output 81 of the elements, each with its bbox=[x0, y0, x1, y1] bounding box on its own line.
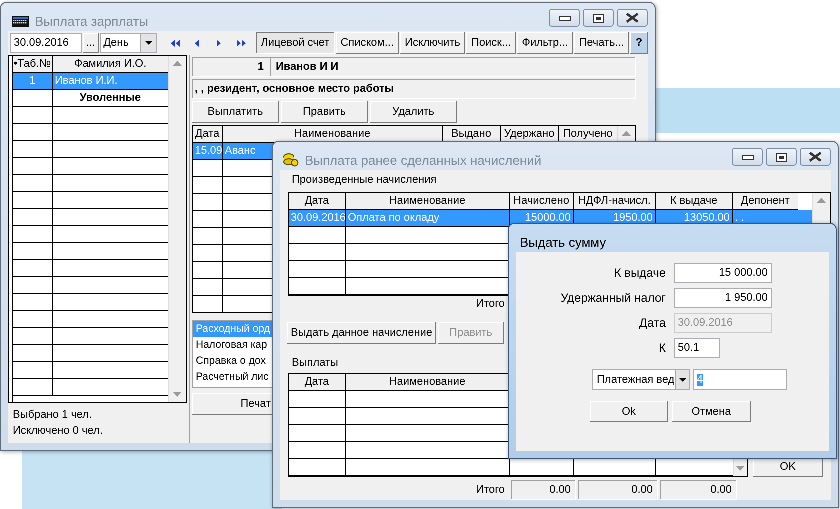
column-header[interactable]: Дата bbox=[193, 126, 223, 143]
employee-name: Иванов И И bbox=[275, 61, 339, 73]
table-cell: 15.09 bbox=[193, 143, 223, 160]
first-icon bbox=[170, 40, 180, 46]
total-value: 0.00 bbox=[511, 480, 576, 500]
column-header[interactable]: К выдаче bbox=[656, 193, 733, 210]
period-dropdown[interactable]: День bbox=[100, 33, 158, 53]
toolbar-button[interactable]: Исключить bbox=[400, 32, 466, 54]
maximize-icon bbox=[776, 152, 787, 162]
next-icon bbox=[217, 40, 222, 46]
print-button[interactable]: Печат bbox=[192, 393, 274, 415]
column-header[interactable]: Фамилия И.О. bbox=[53, 56, 168, 73]
column-header[interactable]: Наименование bbox=[346, 193, 510, 210]
close-button[interactable] bbox=[617, 9, 648, 27]
column-header[interactable]: Начислено bbox=[510, 193, 574, 210]
coins-icon bbox=[283, 153, 299, 167]
table-cell: Оплата по окладу bbox=[346, 210, 510, 227]
action-button[interactable]: Править bbox=[281, 101, 368, 123]
total-value: 0.00 bbox=[578, 480, 658, 500]
field-label: Дата bbox=[638, 316, 666, 330]
date-field[interactable]: 30.09.2016 bbox=[10, 33, 82, 53]
section-label: Произведенные начисления bbox=[291, 173, 438, 188]
minimize-button[interactable] bbox=[732, 148, 763, 166]
close-icon bbox=[626, 13, 639, 23]
column-header[interactable]: Наименование bbox=[223, 126, 443, 143]
toolbar-button[interactable]: Фильтр... bbox=[517, 32, 574, 54]
minimize-button[interactable] bbox=[549, 9, 580, 27]
dropdown-value: Платежная вед bbox=[597, 374, 675, 386]
dropdown-arrow-icon bbox=[144, 41, 153, 45]
total-label: Итого bbox=[475, 484, 505, 496]
column-header[interactable]: Дата bbox=[289, 374, 346, 391]
status-text: Выбрано 1 чел. bbox=[12, 408, 94, 423]
window-title: Выплата зарплаты bbox=[35, 14, 149, 28]
account-number: 1 bbox=[193, 58, 271, 76]
previous-icon bbox=[195, 40, 200, 46]
dialog-button[interactable]: Ok bbox=[590, 401, 668, 422]
list-item[interactable]: Справка о дох bbox=[193, 353, 273, 369]
toolbar-button[interactable]: Поиск... bbox=[466, 32, 516, 54]
table-row[interactable]: Уволенные bbox=[13, 90, 168, 107]
minimize-icon bbox=[742, 154, 754, 160]
action-button[interactable]: Выдать данное начисление bbox=[287, 322, 436, 344]
column-header[interactable]: НДФЛ-начисл. bbox=[574, 193, 656, 210]
total-label: Итого bbox=[475, 298, 505, 310]
maximize-icon bbox=[593, 14, 604, 22]
maximize-button[interactable] bbox=[766, 148, 797, 166]
input-field[interactable]: 15 000.00 bbox=[674, 263, 772, 283]
dropdown-arrow-icon bbox=[679, 378, 688, 382]
close-icon bbox=[809, 152, 822, 162]
column-header[interactable]: Дата bbox=[289, 193, 346, 210]
column-header[interactable]: Наименование bbox=[346, 374, 510, 391]
toolbar-button[interactable]: Печать... bbox=[574, 32, 630, 54]
maximize-button[interactable] bbox=[583, 9, 614, 27]
field-label: К выдаче bbox=[613, 266, 666, 280]
close-button[interactable] bbox=[800, 148, 831, 166]
last-icon bbox=[236, 40, 246, 46]
list-item[interactable]: Расчетный лис bbox=[193, 369, 273, 385]
document-list[interactable]: Расходный орд Налоговая кар Справка о дох Расчетный лис bbox=[192, 320, 274, 388]
dialog-title: Выдать сумму bbox=[520, 234, 606, 250]
keyboard-icon bbox=[12, 16, 29, 26]
toolbar-button[interactable]: Списком... bbox=[336, 32, 400, 54]
input-field[interactable]: 50.1 bbox=[674, 338, 720, 358]
dialog-button[interactable]: Отмена bbox=[672, 401, 751, 422]
date-picker-button[interactable]: ... bbox=[83, 33, 99, 53]
action-button[interactable]: Выплатить bbox=[192, 101, 279, 123]
total-value: 0.00 bbox=[660, 480, 737, 500]
status-text: Исключено 0 чел. bbox=[12, 424, 104, 439]
input-field[interactable]: 1 950.00 bbox=[674, 288, 772, 308]
table-cell: 1 bbox=[13, 73, 53, 90]
field-value: 4 bbox=[697, 374, 704, 386]
document-type-dropdown[interactable]: Платежная вед bbox=[592, 369, 690, 390]
minimize-icon bbox=[558, 16, 570, 20]
column-header[interactable]: •Таб.№ bbox=[13, 56, 53, 73]
section-label: Выплаты bbox=[291, 356, 340, 371]
field-label: Удержанный налог bbox=[560, 291, 666, 305]
help-button[interactable]: ? bbox=[630, 32, 648, 54]
field-label: К bbox=[658, 341, 666, 355]
column-header[interactable]: Депонент bbox=[733, 193, 798, 210]
action-button[interactable]: Удалить bbox=[370, 101, 457, 123]
toolbar-button[interactable]: Лицевой счет bbox=[256, 32, 335, 54]
employee-details: , , резидент, основное место работы bbox=[194, 83, 394, 95]
list-item[interactable]: Налоговая кар bbox=[193, 337, 273, 353]
